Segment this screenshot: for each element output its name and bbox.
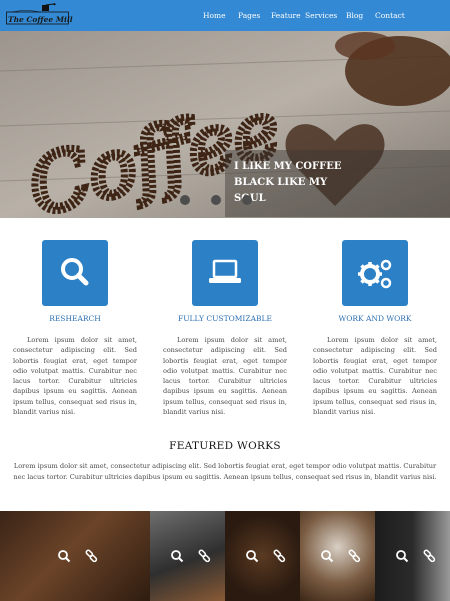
nav-item-feature[interactable]: Feature — [271, 11, 301, 20]
hero-slider: Coffee I LIKE MY COFFEE BLACK LIKE MY SO… — [0, 31, 450, 218]
gallery-item-4[interactable] — [300, 511, 375, 601]
slider-dot-3[interactable] — [242, 195, 252, 205]
link-icon — [198, 549, 211, 563]
nav-item-home[interactable]: Home — [203, 11, 226, 20]
featured-works-title: FEATURED WORKS — [169, 440, 281, 452]
link-icon — [273, 549, 286, 563]
hero-quote: I LIKE MY COFFEE BLACK LIKE MY SOUL — [234, 161, 342, 204]
gallery-item-3[interactable] — [225, 511, 300, 601]
search-icon — [396, 550, 409, 563]
slider-dot-2[interactable] — [211, 195, 221, 205]
link-icon — [348, 549, 361, 563]
hero-quote-box: I LIKE MY COFFEE BLACK LIKE MY SOUL — [225, 150, 450, 217]
link-icon — [85, 549, 98, 563]
search-icon — [246, 550, 259, 563]
slider-dot-1[interactable] — [180, 195, 190, 205]
search-icon — [58, 550, 71, 563]
feature-box-customizable — [192, 240, 258, 306]
feature-box-research — [42, 240, 108, 306]
nav-item-services[interactable]: Services — [305, 11, 337, 20]
link-icon — [423, 549, 436, 563]
search-icon — [321, 550, 334, 563]
feature-title-work: WORK AND WORK — [338, 314, 412, 323]
nav-item-blog[interactable]: Blog — [346, 11, 363, 20]
search-icon — [61, 258, 89, 286]
feature-body-work: Lorem ipsum dolor sit amet, consectetur … — [313, 336, 437, 417]
nav-item-pages[interactable]: Pages — [238, 11, 260, 20]
featured-works-gallery — [0, 511, 450, 601]
gears-icon — [358, 259, 392, 289]
gallery-item-5[interactable] — [375, 511, 450, 601]
feature-body-research: Lorem ipsum dolor sit amet, consectetur … — [13, 336, 137, 417]
laptop-icon — [209, 259, 241, 283]
feature-title-research: RESHEARCH — [49, 314, 101, 323]
gallery-item-1[interactable] — [0, 511, 150, 601]
gallery-item-2[interactable] — [150, 511, 225, 601]
logo[interactable]: The Coffee Mill — [6, 3, 73, 26]
feature-title-customizable: FULLY CUSTOMIZABLE — [178, 314, 272, 323]
logo-text: The Coffee Mill — [8, 15, 73, 24]
top-navbar: The Coffee Mill Home Pages Feature Servi… — [0, 0, 450, 31]
search-icon — [171, 550, 184, 563]
nav-item-contact[interactable]: Contact — [375, 11, 405, 20]
feature-body-customizable: Lorem ipsum dolor sit amet, consectetur … — [163, 336, 287, 417]
featured-works-description: Lorem ipsum dolor sit amet, consectetur … — [13, 462, 437, 481]
feature-box-work — [342, 240, 408, 306]
